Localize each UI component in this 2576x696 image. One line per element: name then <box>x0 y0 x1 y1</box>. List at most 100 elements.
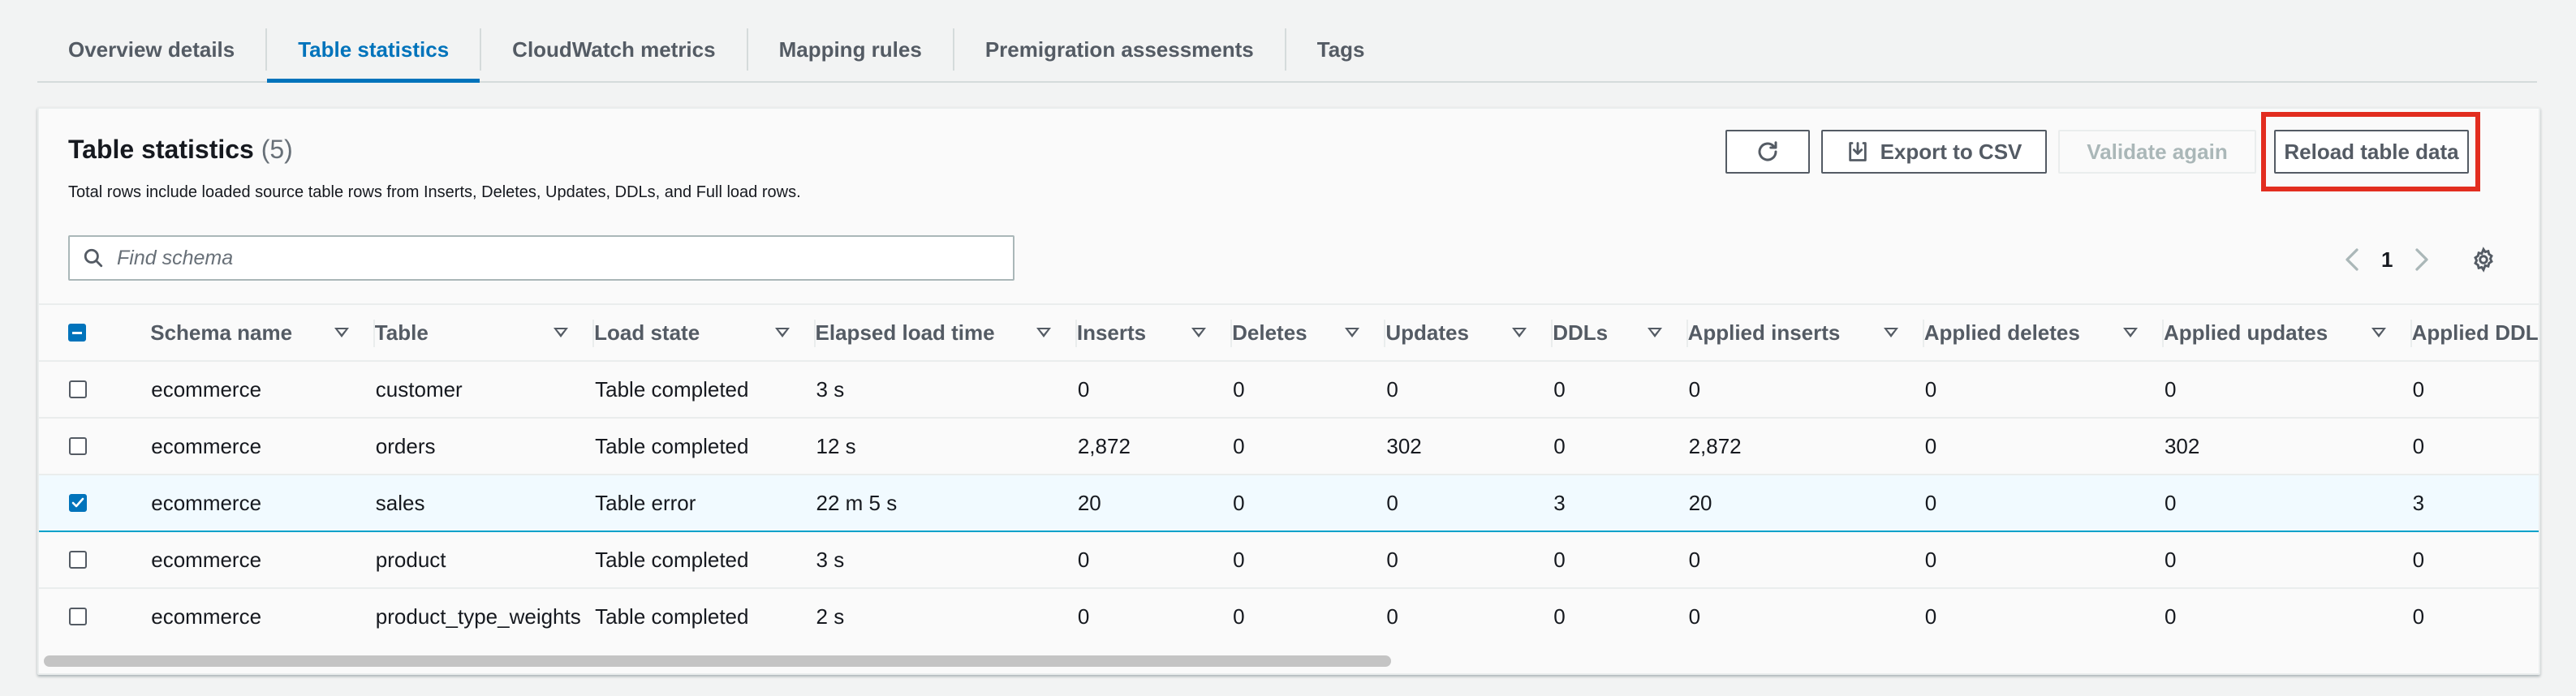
table-cell: Table completed <box>594 588 816 644</box>
table-cell: ecommerce <box>150 474 375 532</box>
page-number[interactable]: 1 <box>2381 247 2393 273</box>
panel-title: Table statistics (5) <box>68 135 293 165</box>
row-select-cell <box>39 474 151 532</box>
row-checkbox[interactable] <box>69 608 87 625</box>
tab-tags[interactable]: Tags <box>1286 18 1396 81</box>
tab-cloudwatch-metrics[interactable]: CloudWatch metrics <box>481 18 746 81</box>
table-cell: Table completed <box>594 418 816 475</box>
sort-caret-icon[interactable] <box>2371 328 2386 337</box>
table-cell: 3 s <box>815 361 1077 419</box>
table-cell: 3 <box>1553 474 1688 532</box>
validate-again-label: Validate again <box>2087 139 2228 164</box>
table-cell: 0 <box>2411 361 2539 419</box>
column-header[interactable]: Applied DDLs <box>2411 303 2539 362</box>
column-header[interactable]: Deletes <box>1232 303 1386 362</box>
column-header[interactable]: Inserts <box>1076 303 1233 362</box>
table-cell: product <box>374 531 595 589</box>
search-field[interactable] <box>68 235 1014 281</box>
table-statistics-panel: Table statistics (5) Total rows include … <box>37 107 2540 675</box>
table-cell: 0 <box>1232 361 1386 419</box>
table-row[interactable]: ecommerce customer Table completed 3 s 0… <box>39 361 2539 419</box>
export-csv-label: Export to CSV <box>1880 139 2022 164</box>
row-select-cell <box>39 361 151 419</box>
column-header-label: Applied DDLs <box>2411 320 2539 345</box>
table-cell: 12 s <box>815 418 1077 475</box>
table-cell: orders <box>374 418 595 475</box>
row-checkbox[interactable] <box>69 380 87 398</box>
search-input[interactable] <box>115 245 1013 271</box>
sort-caret-icon[interactable] <box>1647 328 1662 337</box>
column-header[interactable]: Applied inserts <box>1687 303 1924 362</box>
column-header-label: Applied deletes <box>1923 320 2080 345</box>
row-checkbox[interactable] <box>69 551 87 569</box>
tab-table-statistics[interactable]: Table statistics <box>267 18 480 83</box>
validate-again-button[interactable]: Validate again <box>2058 130 2256 174</box>
column-header[interactable]: Table <box>374 303 595 362</box>
table-cell: 0 <box>1923 418 2164 475</box>
column-header[interactable]: Applied deletes <box>1923 303 2164 362</box>
column-header[interactable]: Applied updates <box>2163 303 2412 362</box>
pagination: 1 <box>2344 243 2430 276</box>
row-checkbox[interactable] <box>69 437 87 455</box>
refresh-button[interactable] <box>1725 130 1810 174</box>
gear-icon[interactable] <box>2470 247 2496 273</box>
panel-description: Total rows include loaded source table r… <box>68 183 801 201</box>
reload-table-data-button[interactable]: Reload table data <box>2274 130 2469 174</box>
table-row[interactable]: ecommerce product Table completed 3 s 0 … <box>39 531 2539 589</box>
table-cell: ecommerce <box>150 531 375 589</box>
column-header-label: Elapsed load time <box>815 320 995 345</box>
panel-title-count: (5) <box>261 135 293 164</box>
table-row[interactable]: ecommerce product_type_weights Table com… <box>39 588 2539 644</box>
table-cell: Table completed <box>594 361 816 419</box>
sort-caret-icon[interactable] <box>554 328 569 337</box>
table-cell: 302 <box>1385 418 1553 475</box>
sort-caret-icon[interactable] <box>2122 328 2138 337</box>
select-all-checkbox[interactable] <box>68 324 86 342</box>
column-header[interactable]: Load state <box>594 303 816 362</box>
table-row-selected[interactable]: ecommerce sales Table error 22 m 5 s 20 … <box>39 474 2539 532</box>
tab-overview-details[interactable]: Overview details <box>37 18 265 81</box>
tab-bar: Overview details Table statistics CloudW… <box>37 18 2537 83</box>
panel-title-text: Table statistics <box>68 135 254 164</box>
tab-mapping-rules[interactable]: Mapping rules <box>748 18 953 81</box>
table-cell: 0 <box>1923 588 2164 644</box>
refresh-icon <box>1755 140 1780 164</box>
table-cell: 0 <box>1923 531 2164 589</box>
table-cell: sales <box>374 474 595 532</box>
table-row[interactable]: ecommerce orders Table completed 12 s 2,… <box>39 418 2539 475</box>
row-select-cell <box>39 531 151 589</box>
export-csv-button[interactable]: Export to CSV <box>1821 130 2047 174</box>
sort-caret-icon[interactable] <box>334 328 349 337</box>
download-icon <box>1846 140 1869 163</box>
table-cell: 3 s <box>815 531 1077 589</box>
chevron-right-icon[interactable] <box>2414 247 2430 272</box>
sort-caret-icon[interactable] <box>1345 328 1360 337</box>
column-header[interactable]: Elapsed load time <box>815 303 1077 362</box>
sort-caret-icon[interactable] <box>1036 328 1051 337</box>
chevron-left-icon[interactable] <box>2344 247 2360 272</box>
column-header-label: DDLs <box>1553 320 1609 345</box>
select-all-cell <box>39 303 151 362</box>
table-cell: 0 <box>2411 531 2539 589</box>
search-icon <box>83 247 104 269</box>
sort-caret-icon[interactable] <box>1512 328 1527 337</box>
tab-premigration-assessments[interactable]: Premigration assessments <box>954 18 1285 81</box>
table-cell: 0 <box>2163 361 2412 419</box>
column-header[interactable]: Updates <box>1385 303 1553 362</box>
column-header[interactable]: Schema name <box>150 303 375 362</box>
row-checkbox-checked[interactable] <box>69 494 87 512</box>
sort-caret-icon[interactable] <box>1191 328 1207 337</box>
column-header-label: Deletes <box>1232 320 1307 345</box>
table-cell: product_type_weights <box>374 588 595 644</box>
column-header[interactable]: DDLs <box>1553 303 1688 362</box>
sort-caret-icon[interactable] <box>1883 328 1898 337</box>
horizontal-scrollbar[interactable] <box>44 655 1391 667</box>
table-cell: 0 <box>1687 531 1924 589</box>
table-cell: 0 <box>2411 418 2539 475</box>
table-cell: 0 <box>2411 588 2539 644</box>
table-cell: 22 m 5 s <box>815 474 1077 532</box>
sort-caret-icon[interactable] <box>774 328 790 337</box>
table-cell: 0 <box>2163 474 2412 532</box>
table-cell: Table completed <box>594 531 816 589</box>
column-header-label: Load state <box>594 320 700 345</box>
